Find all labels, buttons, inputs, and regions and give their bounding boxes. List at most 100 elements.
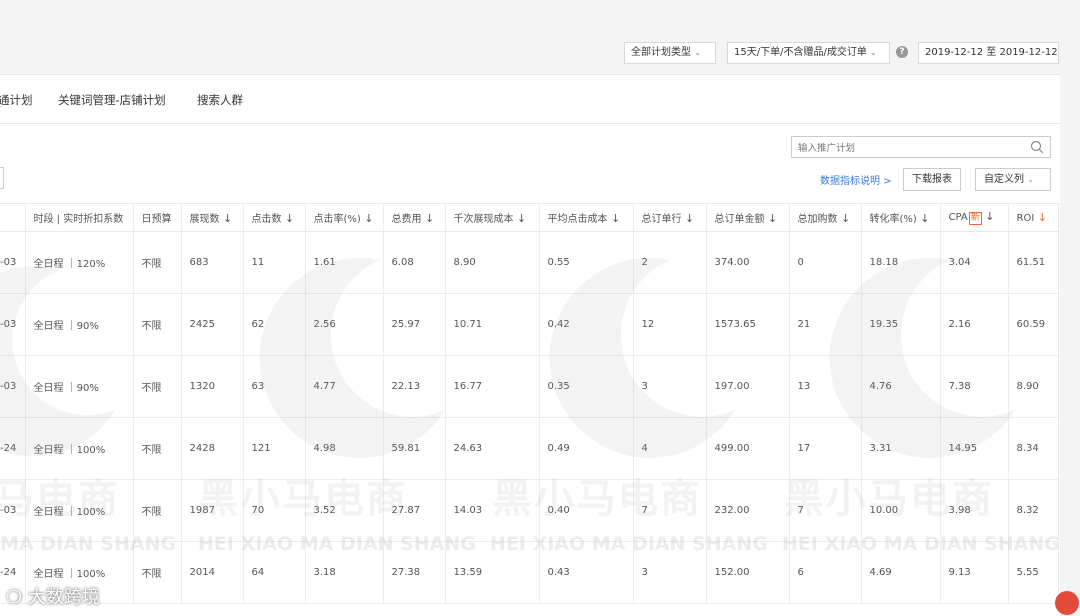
search-input[interactable]	[796, 138, 1020, 158]
column-header[interactable]: CPA 新 ↓	[940, 203, 1009, 232]
date-range-label: 2019-12-12 至 2019-12-12	[925, 47, 1058, 58]
table-cell: 4.98	[305, 417, 384, 480]
table-cell: -03	[0, 293, 26, 356]
table-cell: 14.03	[445, 479, 540, 542]
column-header-label: 千次展现成本	[453, 214, 514, 225]
chevron-down-icon: ⌄	[870, 48, 877, 57]
table-cell: 1573.65	[706, 293, 790, 356]
table-cell: 8.90	[445, 231, 540, 294]
table-cell: 9.13	[940, 541, 1009, 604]
column-header[interactable]: 转化率(%) ↓	[861, 203, 941, 232]
table-cell: 1320	[181, 355, 244, 418]
page-edge	[1060, 74, 1080, 615]
table-cell: 1987	[181, 479, 244, 542]
table-cell: 7.38	[940, 355, 1009, 418]
column-header[interactable]: 总加购数 ↓	[789, 203, 862, 232]
order-metric-dropdown[interactable]: 15天/下单/不含赠品/成交订单 ⌄	[727, 42, 890, 64]
table-cell: 62	[243, 293, 306, 356]
table-cell[interactable]: 全日程 ｜100%	[25, 479, 134, 542]
column-header[interactable]: ROI ↓	[1008, 203, 1059, 232]
table-cell: 3.98	[940, 479, 1009, 542]
table-cell: 0	[789, 231, 862, 294]
column-header-label: 日预算	[141, 214, 172, 225]
table-row: -24 全日程 ｜100% 不限 2014 64 3.18 27.38 13.59 0.43 3 1…	[0, 541, 1059, 604]
table-cell: 232.00	[706, 479, 790, 542]
column-header[interactable]: 总费用 ↓	[383, 203, 446, 232]
tab-keyword-management[interactable]: 关键词管理-店铺计划	[58, 92, 166, 108]
table-cell: 0.49	[539, 417, 634, 480]
table-cell: 27.38	[383, 541, 446, 604]
sort-arrow-icon[interactable]: ↓	[282, 212, 294, 225]
table-cell[interactable]: 全日程 ｜90%	[25, 355, 134, 418]
custom-columns-label: 自定义列	[984, 174, 1024, 185]
table-cell: 3.04	[940, 231, 1009, 294]
table-cell[interactable]: 不限	[133, 231, 182, 294]
tab-search-crowd[interactable]: 搜索人群	[197, 92, 243, 108]
column-header[interactable]: 点击率(%) ↓	[305, 203, 384, 232]
table-cell: 2.16	[940, 293, 1009, 356]
table-cell: 13	[789, 355, 862, 418]
table-cell[interactable]: 全日程 ｜120%	[25, 231, 134, 294]
sort-arrow-icon[interactable]: ↓	[608, 212, 620, 225]
column-header[interactable]: 千次展现成本 ↓	[445, 203, 540, 232]
custom-columns-dropdown[interactable]: 自定义列 ⌄	[975, 168, 1051, 191]
column-header[interactable]: 展现数 ↓	[181, 203, 244, 232]
table-cell: 4.69	[861, 541, 941, 604]
sort-arrow-icon[interactable]: ↓	[765, 212, 777, 225]
support-icon[interactable]	[1055, 591, 1079, 615]
plan-search-box	[791, 136, 1051, 158]
column-header[interactable]: 点击数 ↓	[243, 203, 306, 232]
sort-arrow-icon[interactable]: ↓	[982, 210, 994, 223]
order-metric-label: 15天/下单/不含赠品/成交订单	[734, 47, 867, 58]
sort-arrow-icon[interactable]: ↓	[917, 212, 929, 225]
table-cell: -24	[0, 417, 26, 480]
table-row: -03 全日程 ｜90% 不限 1320 63 4.77 22.13 16.77 0.35 3 19…	[0, 355, 1059, 418]
sort-arrow-icon[interactable]: ↓	[422, 212, 434, 225]
table-cell: 10.71	[445, 293, 540, 356]
tab-plan[interactable]: 通计划	[0, 92, 33, 108]
table-cell[interactable]: 不限	[133, 355, 182, 418]
table-row: -24 全日程 ｜100% 不限 2428 121 4.98 59.81 24.63 0.49 4…	[0, 417, 1059, 480]
table-header-row: 时段 | 实时折扣系数 日预算 展现数 ↓ 点击数 ↓ 点击率(%) ↓ 总费用 ↓ 千次展…	[0, 203, 1059, 232]
column-header[interactable]: 总订单金额 ↓	[706, 203, 790, 232]
sort-arrow-icon[interactable]: ↓	[682, 212, 694, 225]
table-cell: 152.00	[706, 541, 790, 604]
search-icon[interactable]	[1030, 140, 1044, 154]
table-row: -03 全日程 ｜100% 不限 1987 70 3.52 27.87 14.03 0.40 7 2…	[0, 479, 1059, 542]
column-header-label: 总费用	[391, 214, 422, 225]
table-cell[interactable]: 不限	[133, 479, 182, 542]
table-cell[interactable]: 全日程 ｜90%	[25, 293, 134, 356]
left-control-fragment[interactable]	[0, 167, 4, 189]
column-header[interactable]: 总订单行 ↓	[633, 203, 707, 232]
table-cell: 0.42	[539, 293, 634, 356]
column-header-label: 总订单金额	[714, 214, 765, 225]
sort-arrow-icon[interactable]: ↓	[220, 212, 232, 225]
date-range-picker[interactable]: 2019-12-12 至 2019-12-12	[918, 42, 1059, 64]
sort-arrow-icon[interactable]: ↓	[514, 212, 526, 225]
table-cell[interactable]: 不限	[133, 541, 182, 604]
metric-help-link[interactable]: 数据指标说明 >	[820, 172, 892, 187]
bottom-logo-text: 大数跨境	[27, 587, 100, 608]
table-cell: 3	[633, 355, 707, 418]
table-cell: 2425	[181, 293, 244, 356]
table-cell[interactable]: 不限	[133, 293, 182, 356]
table-cell: 3.31	[861, 417, 941, 480]
sort-arrow-icon[interactable]: ↓	[361, 212, 373, 225]
table-body: -03 全日程 ｜120% 不限 683 11 1.61 6.08 8.90 0.55 2 374.…	[0, 231, 1059, 604]
column-header: 日预算	[133, 203, 182, 232]
column-header-label: ROI	[1016, 213, 1035, 224]
table-cell: 70	[243, 479, 306, 542]
plan-type-dropdown[interactable]: 全部计划类型 ⌄	[624, 42, 716, 64]
main-panel: 通计划 关键词管理-店铺计划 搜索人群 数据指标说明 > 下载报表 自定义列 ⌄…	[0, 74, 1060, 616]
sort-arrow-icon[interactable]: ↓	[1034, 211, 1047, 224]
sort-arrow-icon[interactable]: ↓	[838, 212, 850, 225]
table-cell: 17	[789, 417, 862, 480]
download-report-button[interactable]: 下载报表	[903, 168, 961, 191]
table-cell[interactable]: 全日程 ｜100%	[25, 417, 134, 480]
table-cell: 5.55	[1008, 541, 1059, 604]
table-cell: 6.08	[383, 231, 446, 294]
column-header[interactable]: 平均点击成本 ↓	[539, 203, 634, 232]
table-cell[interactable]: 不限	[133, 417, 182, 480]
help-icon[interactable]: ?	[896, 46, 908, 58]
table-cell: 24.63	[445, 417, 540, 480]
